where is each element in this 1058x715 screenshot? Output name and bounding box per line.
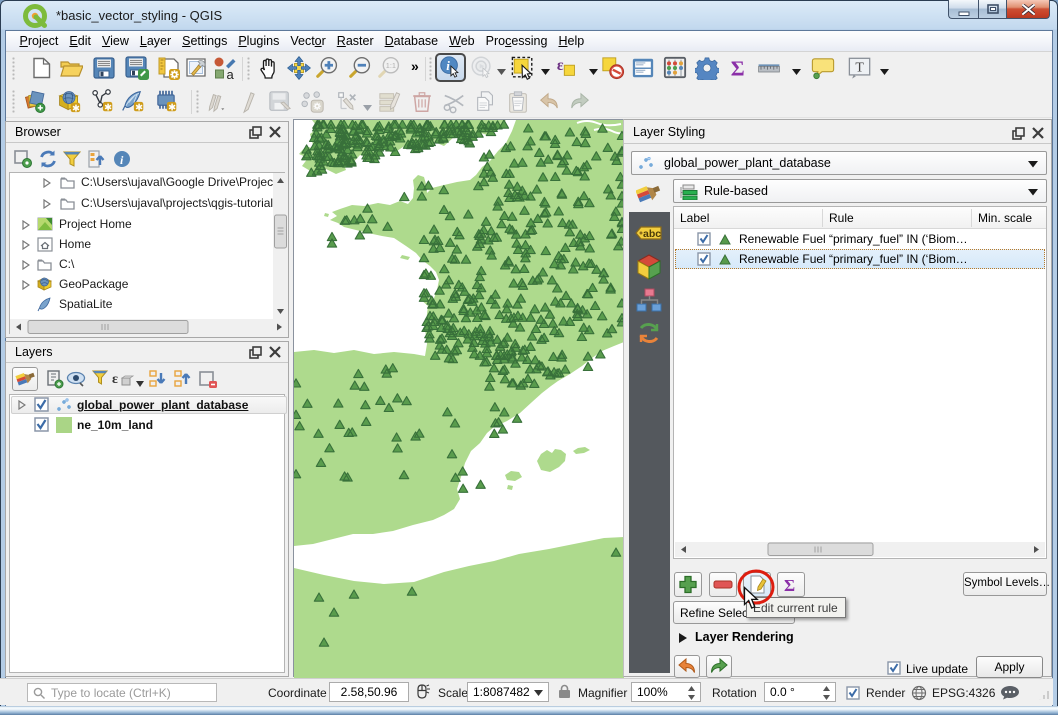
svg-text:Σ: Σ xyxy=(784,576,795,595)
svg-text:abc: abc xyxy=(643,228,661,240)
svg-text:T: T xyxy=(855,60,864,75)
svg-text:Σ: Σ xyxy=(731,56,745,80)
svg-text:ε: ε xyxy=(112,372,118,387)
svg-text:✱: ✱ xyxy=(72,102,80,113)
svg-text:✱: ✱ xyxy=(104,101,112,112)
svg-text:✱: ✱ xyxy=(168,101,176,112)
svg-text:i: i xyxy=(446,58,450,73)
svg-text:ε: ε xyxy=(557,57,564,74)
svg-text:✱: ✱ xyxy=(135,101,143,112)
svg-text:a: a xyxy=(227,67,235,80)
svg-text:1:1: 1:1 xyxy=(386,61,396,70)
